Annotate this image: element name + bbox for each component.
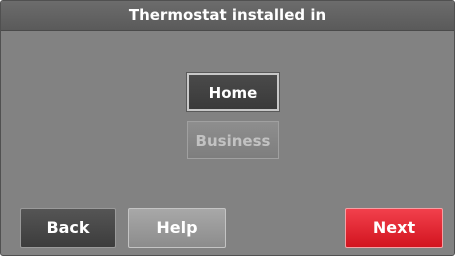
business-option-button[interactable]: Business xyxy=(187,121,279,159)
help-button[interactable]: Help xyxy=(128,208,226,248)
back-button[interactable]: Back xyxy=(20,208,116,248)
page-title: Thermostat installed in xyxy=(1,1,454,31)
thermostat-screen: Thermostat installed in Home Business Ba… xyxy=(0,0,455,256)
home-option-button[interactable]: Home xyxy=(187,73,279,111)
next-button[interactable]: Next xyxy=(345,208,443,248)
